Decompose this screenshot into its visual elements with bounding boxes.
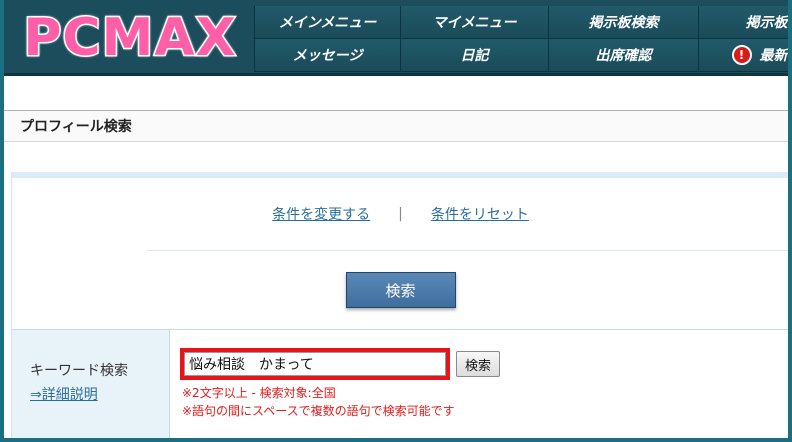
nav-label: 掲示板検索: [588, 15, 659, 31]
nav-messages[interactable]: メッセージ: [254, 39, 400, 72]
nav-label: 掲示板投: [745, 15, 789, 31]
keyword-label: キーワード検索: [30, 363, 128, 379]
nav-label: 出席確認: [595, 48, 652, 64]
search-button-row: 検索: [12, 251, 788, 329]
nav-label: 最新情報: [759, 48, 789, 64]
keyword-search-button[interactable]: 検索: [456, 351, 501, 377]
nav-label: メッセージ: [292, 48, 363, 64]
change-conditions-link[interactable]: 条件を変更する: [272, 204, 370, 224]
nav-attendance[interactable]: 出席確認: [548, 39, 698, 72]
keyword-search-row: キーワード検索 ⇒詳細説明 検索 ※2文字以上 - 検索対象:全国 ※語句の間に…: [12, 329, 788, 438]
page-title: プロフィール検索: [4, 110, 788, 142]
nav-label: マイメニュー: [432, 15, 517, 31]
search-button[interactable]: 検索: [345, 272, 456, 308]
reset-conditions-link[interactable]: 条件をリセット: [431, 204, 529, 224]
nav-diary[interactable]: 日記: [400, 39, 548, 72]
alert-icon: !: [731, 45, 752, 65]
search-panel: 条件を変更する | 条件をリセット 検索 キーワード検索 ⇒詳細説明 検索 ※2…: [11, 172, 788, 438]
keyword-input-cell: 検索 ※2文字以上 - 検索対象:全国 ※語句の間にスペースで複数の語句で検索可…: [170, 330, 788, 438]
keyword-input-highlight: [180, 348, 450, 380]
keyword-label-cell: キーワード検索 ⇒詳細説明: [12, 330, 170, 438]
detail-help-link[interactable]: ⇒詳細説明: [30, 384, 169, 404]
condition-links: 条件を変更する | 条件をリセット: [12, 178, 788, 250]
nav-board-search[interactable]: 掲示板検索: [548, 6, 698, 39]
site-header: PCMAX メインメニュー マイメニュー 掲示板検索 掲示板投 メッセージ 日記…: [4, 0, 788, 76]
window-edge: [788, 0, 792, 442]
global-nav: メインメニュー マイメニュー 掲示板検索 掲示板投 メッセージ 日記 出席確認 …: [254, 6, 788, 72]
page-title-text: プロフィール検索: [20, 119, 132, 135]
nav-label: メインメニュー: [278, 15, 377, 31]
keyword-note-2: ※語句の間にスペースで複数の語句で検索可能です: [182, 404, 455, 418]
nav-my-menu[interactable]: マイメニュー: [400, 6, 548, 39]
nav-main-menu[interactable]: メインメニュー: [254, 6, 400, 39]
link-separator: |: [398, 206, 403, 222]
site-logo[interactable]: PCMAX: [12, 6, 248, 70]
header-spacer: [4, 79, 788, 109]
page-frame: PCMAX メインメニュー マイメニュー 掲示板検索 掲示板投 メッセージ 日記…: [4, 0, 788, 438]
nav-label: 日記: [460, 48, 489, 64]
keyword-input[interactable]: [184, 352, 446, 376]
logo-text: PCMAX: [22, 8, 237, 68]
nav-latest-info[interactable]: ! 最新情報: [698, 39, 788, 72]
nav-board-post[interactable]: 掲示板投: [698, 6, 788, 39]
keyword-note-1: ※2文字以上 - 検索対象:全国: [182, 386, 336, 400]
